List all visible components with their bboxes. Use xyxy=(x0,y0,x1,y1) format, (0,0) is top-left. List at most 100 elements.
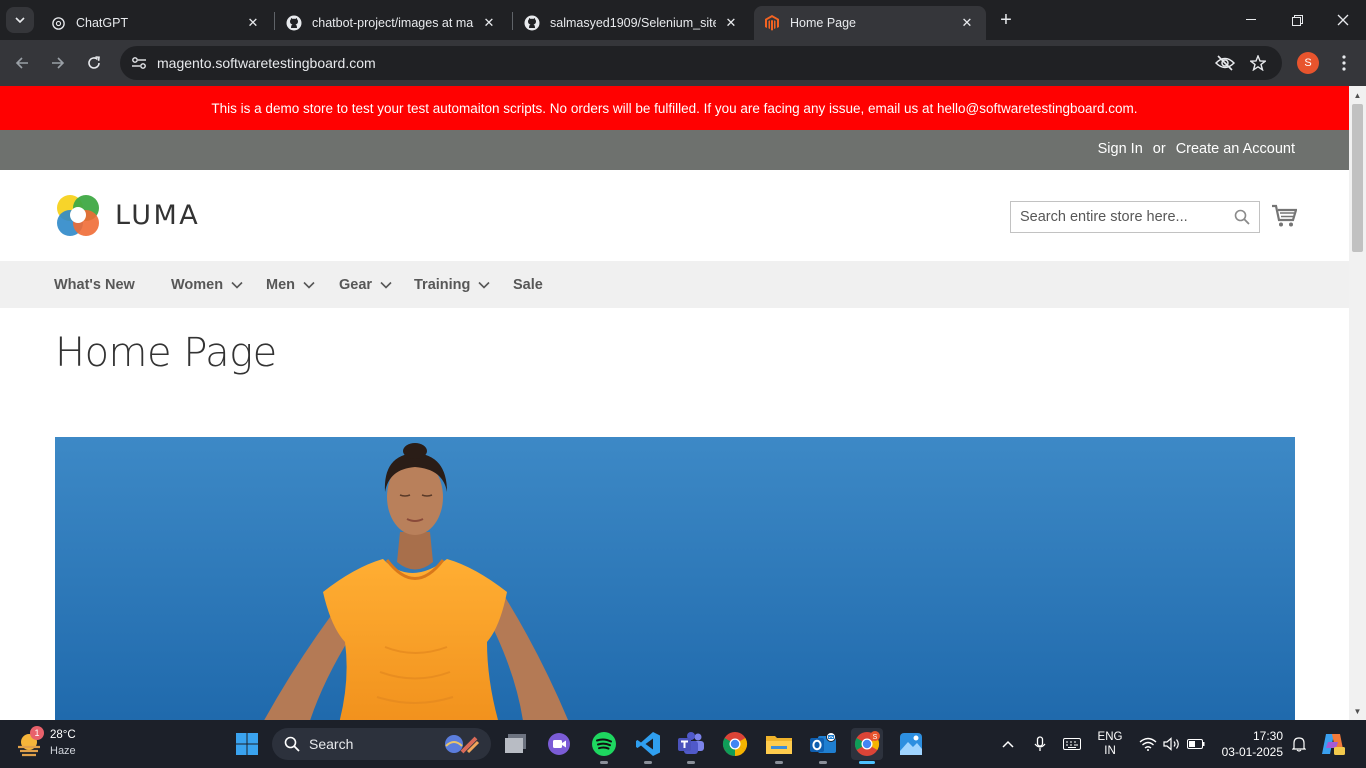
battery-icon xyxy=(1187,739,1205,749)
meet-icon xyxy=(548,733,570,755)
tab-github-selenium[interactable]: salmasyed1909/Selenium_siteTe ✕ xyxy=(514,6,750,40)
system-clock[interactable]: 17:30 03-01-2025 xyxy=(1215,728,1283,760)
forward-button[interactable] xyxy=(44,49,72,77)
site-info-icon[interactable] xyxy=(128,52,150,74)
scroll-up-icon[interactable]: ▲ xyxy=(1353,90,1362,100)
chevron-down-icon xyxy=(15,17,25,23)
tab-search-button[interactable] xyxy=(6,7,34,33)
close-icon[interactable]: ✕ xyxy=(958,14,976,32)
nav-gear[interactable]: Gear xyxy=(339,261,392,308)
tab-title: salmasyed1909/Selenium_siteTe xyxy=(550,16,716,30)
taskbar-search-label: Search xyxy=(309,736,354,752)
demo-notice-text: This is a demo store to test your test a… xyxy=(211,100,1138,116)
close-icon[interactable]: ✕ xyxy=(480,14,498,32)
minimize-icon xyxy=(1246,19,1256,20)
minimize-button[interactable] xyxy=(1228,0,1274,40)
close-icon[interactable]: ✕ xyxy=(244,14,262,32)
weather-widget[interactable]: 1 28°C Haze xyxy=(14,726,94,760)
copilot-icon xyxy=(1322,734,1345,755)
demo-notice-banner: This is a demo store to test your test a… xyxy=(0,86,1349,130)
cart-icon[interactable] xyxy=(1271,204,1297,228)
nav-men[interactable]: Men xyxy=(266,261,315,308)
address-bar[interactable]: magento.softwaretestingboard.com xyxy=(120,46,1282,80)
back-button[interactable] xyxy=(8,49,36,77)
running-indicator xyxy=(819,761,827,764)
search-highlight-icon xyxy=(445,735,480,754)
language-indicator[interactable]: ENG IN xyxy=(1093,730,1127,758)
notification-bell-icon xyxy=(1292,737,1306,752)
nav-training[interactable]: Training xyxy=(414,261,490,308)
microphone-tray[interactable] xyxy=(1030,720,1050,768)
hero-image-yoga-woman xyxy=(55,437,1295,720)
restore-button[interactable] xyxy=(1274,0,1320,40)
copilot-tray[interactable] xyxy=(1318,720,1348,768)
chrome-profile-icon: S xyxy=(854,731,880,756)
show-hidden-icons[interactable] xyxy=(998,720,1018,768)
nav-women[interactable]: Women xyxy=(171,261,243,308)
file-explorer-app[interactable] xyxy=(763,728,795,764)
vscode-app[interactable] xyxy=(632,728,664,764)
nav-label: Sale xyxy=(513,276,543,293)
header-panel: Sign In or Create an Account xyxy=(0,130,1349,170)
windows-start-button[interactable] xyxy=(231,728,263,760)
eye-off-icon[interactable] xyxy=(1213,52,1237,74)
photos-app[interactable] xyxy=(895,728,927,760)
task-view-button[interactable] xyxy=(500,728,532,760)
language-region: IN xyxy=(1104,745,1116,757)
chrome-app[interactable] xyxy=(719,728,751,760)
scrollbar-thumb[interactable] xyxy=(1352,104,1363,252)
reload-button[interactable] xyxy=(80,49,108,77)
github-icon xyxy=(524,15,540,31)
scroll-down-icon[interactable]: ▼ xyxy=(1353,706,1362,716)
close-icon[interactable]: ✕ xyxy=(722,14,740,32)
keyboard-tray[interactable] xyxy=(1060,720,1084,768)
page-title: Home Page xyxy=(55,330,277,376)
tab-github-chatbot[interactable]: chatbot-project/images at main ✕ xyxy=(276,6,508,40)
photos-icon xyxy=(900,733,922,755)
browser-menu-icon[interactable] xyxy=(1335,50,1353,76)
nav-sale[interactable]: Sale xyxy=(513,261,543,308)
taskbar-search[interactable]: Search xyxy=(272,728,491,760)
restore-icon xyxy=(1291,14,1303,26)
chevron-up-icon xyxy=(1002,740,1014,748)
weather-badge: 1 xyxy=(30,726,44,740)
chevron-down-icon xyxy=(380,281,392,289)
wifi-tray[interactable] xyxy=(1138,720,1158,768)
vscode-icon xyxy=(636,732,660,756)
tab-home-page[interactable]: Home Page ✕ xyxy=(754,6,986,40)
sign-in-link[interactable]: Sign In xyxy=(1098,141,1143,157)
profile-avatar[interactable]: S xyxy=(1297,52,1319,74)
task-view-icon xyxy=(505,734,526,753)
search-input[interactable] xyxy=(1011,202,1221,232)
url-text[interactable]: magento.softwaretestingboard.com xyxy=(157,55,376,71)
nav-label: Men xyxy=(266,276,295,293)
volume-tray[interactable] xyxy=(1162,720,1182,768)
notifications-tray[interactable] xyxy=(1290,720,1308,768)
close-window-button[interactable] xyxy=(1320,0,1366,40)
battery-tray[interactable] xyxy=(1186,720,1206,768)
github-icon xyxy=(286,15,302,31)
tab-chatgpt[interactable]: ChatGPT ✕ xyxy=(40,6,272,40)
hero-banner[interactable] xyxy=(55,437,1295,720)
language-code: ENG xyxy=(1097,731,1123,743)
spotify-app[interactable] xyxy=(588,728,620,764)
tab-title: Home Page xyxy=(790,16,857,30)
file-explorer-icon xyxy=(766,736,792,754)
nav-whats-new[interactable]: What's New xyxy=(54,261,135,308)
close-icon xyxy=(1337,14,1349,26)
luma-logo[interactable]: LUMA xyxy=(55,192,200,238)
new-tab-button[interactable]: + xyxy=(994,9,1018,31)
teams-app[interactable] xyxy=(675,728,707,764)
create-account-link[interactable]: Create an Account xyxy=(1176,141,1295,157)
weather-temperature: 28°C xyxy=(50,729,76,741)
search-icon[interactable] xyxy=(1234,209,1250,225)
chrome-profile-app[interactable]: S xyxy=(851,728,883,764)
nav-label: Women xyxy=(171,276,224,293)
page-scrollbar[interactable]: ▲ ▼ xyxy=(1349,86,1366,720)
volume-icon xyxy=(1163,737,1179,751)
bookmark-star-icon[interactable] xyxy=(1246,52,1270,74)
tab-title: chatbot-project/images at main xyxy=(312,16,474,30)
chatgpt-icon xyxy=(50,15,66,31)
meet-app[interactable] xyxy=(543,728,575,760)
outlook-app[interactable] xyxy=(807,728,839,764)
